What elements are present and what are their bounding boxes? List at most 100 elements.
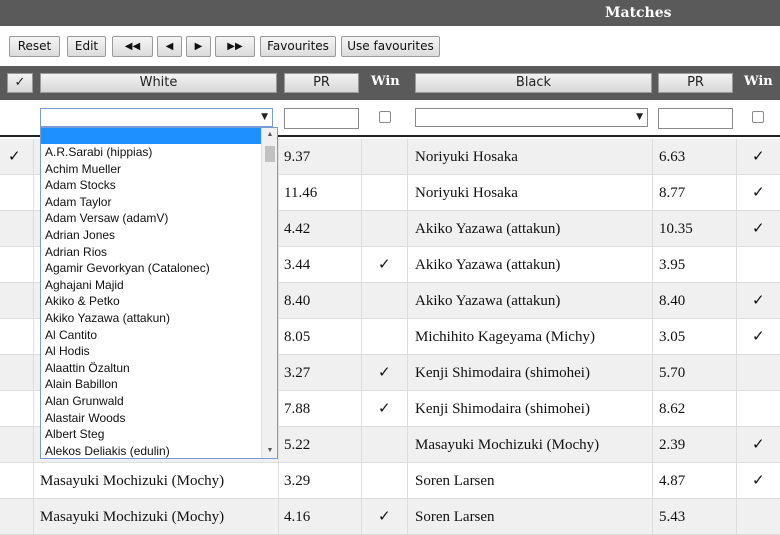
dropdown-option[interactable]: Adam Versaw (adamV) — [41, 210, 277, 227]
column-divider — [361, 391, 362, 427]
column-divider — [278, 247, 279, 283]
favourites-button[interactable]: Favourites — [260, 36, 336, 57]
white-column-header[interactable]: White — [40, 73, 277, 93]
dropdown-option[interactable]: Al Hodis — [41, 343, 277, 360]
black-player-filter-select[interactable]: ▼ — [415, 108, 648, 127]
black-player-cell: Soren Larsen — [415, 473, 495, 489]
dropdown-option[interactable]: Adam Stocks — [41, 177, 277, 194]
column-divider — [278, 139, 279, 175]
column-divider — [407, 247, 408, 283]
white-win-column-header[interactable]: Win — [371, 74, 400, 89]
white-win-mark: ✓ — [378, 401, 391, 417]
white-pr-cell: 8.05 — [284, 329, 311, 345]
column-divider — [652, 427, 653, 463]
white-pr-cell: 3.29 — [284, 473, 311, 489]
column-divider — [407, 319, 408, 355]
column-divider — [736, 427, 737, 463]
column-divider — [652, 355, 653, 391]
dropdown-option[interactable]: Alan Grunwald — [41, 393, 277, 410]
white-pr-column-header[interactable]: PR — [284, 73, 359, 93]
black-win-mark: ✓ — [752, 329, 765, 345]
dropdown-option[interactable]: Alaattin Özaltun — [41, 360, 277, 377]
column-divider — [278, 283, 279, 319]
column-divider — [736, 463, 737, 499]
dropdown-option[interactable]: A.R.Sarabi (hippias) — [41, 144, 277, 161]
first-page-button[interactable]: ◀◀ — [112, 36, 153, 57]
column-divider — [736, 211, 737, 247]
dropdown-option[interactable]: Adrian Jones — [41, 227, 277, 244]
column-divider — [652, 175, 653, 211]
dropdown-option[interactable]: Agamir Gevorkyan (Catalonec) — [41, 260, 277, 277]
edit-button[interactable]: Edit — [67, 36, 106, 57]
scroll-down-arrow-icon[interactable]: ▼ — [262, 444, 277, 458]
dropdown-highlighted-option[interactable] — [41, 128, 277, 144]
column-divider — [361, 463, 362, 499]
black-player-cell: Akiko Yazawa (attakun) — [415, 293, 561, 309]
column-divider — [33, 427, 34, 463]
toolbar: Reset Edit ◀◀ ◀ ▶ ▶▶ Favourites Use favo… — [0, 26, 780, 66]
dropdown-option[interactable]: Albert Steg — [41, 426, 277, 443]
column-divider — [652, 463, 653, 499]
black-win-mark: ✓ — [752, 185, 765, 201]
black-pr-cell: 3.95 — [659, 257, 686, 273]
column-divider — [361, 427, 362, 463]
black-pr-column-header[interactable]: PR — [658, 73, 733, 93]
black-pr-filter-input[interactable] — [658, 108, 733, 129]
column-divider — [407, 391, 408, 427]
column-divider — [361, 139, 362, 175]
column-divider — [33, 211, 34, 247]
white-win-filter-checkbox[interactable] — [379, 111, 391, 123]
reset-button[interactable]: Reset — [9, 36, 60, 57]
white-pr-cell: 4.42 — [284, 221, 311, 237]
table-row[interactable]: Masayuki Mochizuki (Mochy) 3.29 Soren Lars… — [0, 463, 780, 499]
column-divider — [652, 391, 653, 427]
last-page-button[interactable]: ▶▶ — [215, 36, 255, 57]
black-pr-cell: 10.35 — [659, 221, 693, 237]
dropdown-option[interactable]: Alain Babillon — [41, 376, 277, 393]
dropdown-option[interactable]: Akiko Yazawa (attakun) — [41, 310, 277, 327]
column-divider — [407, 139, 408, 175]
column-divider — [407, 283, 408, 319]
black-win-column-header[interactable]: Win — [744, 74, 773, 89]
black-win-filter-checkbox[interactable] — [752, 111, 764, 123]
column-divider — [33, 139, 34, 175]
white-pr-cell: 3.44 — [284, 257, 311, 273]
dropdown-option[interactable]: Adrian Rios — [41, 244, 277, 261]
dropdown-option[interactable]: Aghajani Majid — [41, 277, 277, 294]
black-player-cell: Kenji Shimodaira (shimohei) — [415, 401, 590, 417]
dropdown-scrollbar[interactable]: ▲ ▼ — [261, 128, 277, 458]
white-pr-filter-input[interactable] — [284, 108, 359, 129]
white-pr-cell: 11.46 — [284, 185, 318, 201]
white-win-mark: ✓ — [378, 365, 391, 381]
white-player-filter-select[interactable]: ▼ — [40, 108, 273, 127]
black-pr-cell: 3.05 — [659, 329, 686, 345]
page-title: Matches — [605, 5, 672, 21]
black-pr-cell: 8.77 — [659, 185, 686, 201]
next-page-button[interactable]: ▶ — [186, 36, 211, 57]
column-divider — [278, 211, 279, 247]
dropdown-option[interactable]: Akiko & Petko — [41, 293, 277, 310]
white-player-dropdown-list[interactable]: A.R.Sarabi (hippias) Achim Mueller Adam St… — [40, 127, 278, 459]
black-player-cell: Kenji Shimodaira (shimohei) — [415, 365, 590, 381]
scrollbar-thumb[interactable] — [265, 146, 275, 162]
scroll-up-arrow-icon[interactable]: ▲ — [262, 128, 277, 142]
use-favourites-button[interactable]: Use favourites — [341, 36, 440, 57]
prev-page-button[interactable]: ◀ — [157, 36, 182, 57]
dropdown-option[interactable]: Alekos Deliakis (edulin) — [41, 443, 277, 458]
column-divider — [652, 247, 653, 283]
column-divider — [278, 319, 279, 355]
black-pr-cell: 8.40 — [659, 293, 686, 309]
black-win-mark: ✓ — [752, 149, 765, 165]
black-column-header[interactable]: Black — [415, 73, 652, 93]
white-pr-cell: 7.88 — [284, 401, 311, 417]
dropdown-option[interactable]: Adam Taylor — [41, 194, 277, 211]
select-all-header[interactable]: ✓ — [7, 73, 33, 93]
dropdown-option[interactable]: Al Cantito — [41, 327, 277, 344]
black-win-mark: ✓ — [752, 437, 765, 453]
column-divider — [361, 247, 362, 283]
column-divider — [361, 211, 362, 247]
dropdown-option[interactable]: Alastair Woods — [41, 410, 277, 427]
black-player-cell: Noriyuki Hosaka — [415, 185, 518, 201]
dropdown-option[interactable]: Achim Mueller — [41, 161, 277, 178]
white-pr-cell: 5.22 — [284, 437, 311, 453]
